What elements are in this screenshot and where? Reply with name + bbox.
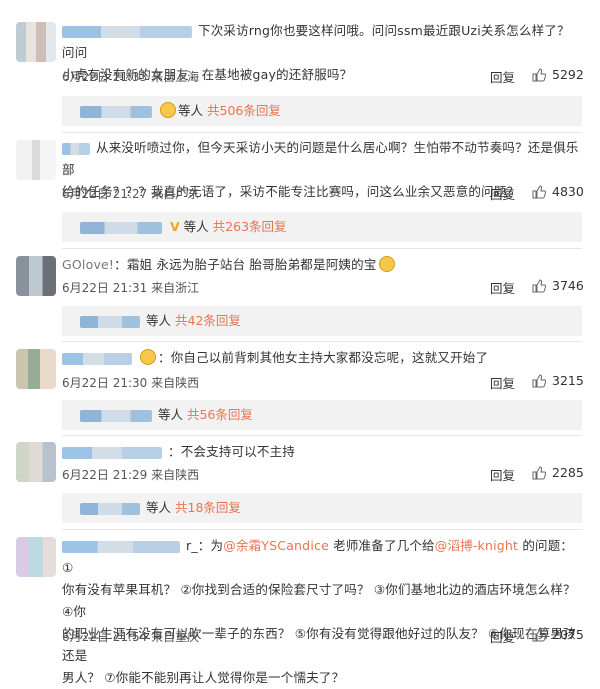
verified-badge-icon: V <box>170 219 180 234</box>
username-redacted[interactable] <box>62 25 192 38</box>
avatar[interactable] <box>16 22 56 62</box>
reply-button[interactable]: 回复 <box>490 67 515 86</box>
like-button[interactable]: 2075 <box>532 627 584 642</box>
thumbs-up-icon <box>532 68 547 82</box>
thumbs-up-icon <box>532 628 547 642</box>
mention-link[interactable]: @滔搏-knight <box>435 538 518 553</box>
like-button[interactable]: 4830 <box>532 184 584 199</box>
crown-emoji-icon <box>160 102 176 118</box>
comment-meta: 6月22日 21:33 来自上海 <box>62 70 200 84</box>
reply-button[interactable]: 回复 <box>490 373 515 392</box>
thumbs-up-icon <box>532 466 547 480</box>
mention-link[interactable]: @余霜YSCandice <box>223 538 329 553</box>
thumbs-up-icon <box>532 374 547 388</box>
divider <box>62 435 582 436</box>
replies-summary[interactable]: 等人 共42条回复 <box>62 306 582 336</box>
divider <box>62 529 582 530</box>
username-redacted[interactable] <box>62 540 180 553</box>
comment-meta: 6月22日 21:27 来自广东 <box>62 187 200 201</box>
avatar[interactable] <box>16 256 56 296</box>
avatar[interactable] <box>16 349 56 389</box>
like-button[interactable]: 3215 <box>532 373 584 388</box>
username-redacted[interactable] <box>62 352 132 365</box>
replies-summary[interactable]: 等人 共506条回复 <box>62 96 582 126</box>
reply-button[interactable]: 回复 <box>490 184 515 203</box>
avatar[interactable] <box>16 537 56 577</box>
comment-text: GOlove!：霜姐 永远为胎子站台 胎哥胎弟都是阿姨的宝 <box>62 254 582 276</box>
comment-meta: 6月22日 21:54 来自重庆 <box>62 630 200 644</box>
thumbs-up-icon <box>532 279 547 293</box>
username-redacted[interactable] <box>62 446 162 459</box>
reply-button[interactable]: 回复 <box>490 465 515 484</box>
avatar[interactable] <box>16 442 56 482</box>
comment-meta: 6月22日 21:29 来自陕西 <box>62 468 200 482</box>
comment-text: ：不会支持可以不主持 <box>62 441 582 463</box>
crown-emoji-icon <box>378 256 395 272</box>
replies-summary[interactable]: V 等人 共263条回复 <box>62 212 582 242</box>
comment-text: r_：为@余霜YSCandice 老师准备了几个给@滔搏-knight 的问题：… <box>62 538 576 685</box>
reply-button[interactable]: 回复 <box>490 278 515 297</box>
thumbs-up-icon <box>532 185 547 199</box>
replies-summary[interactable]: 等人 共18条回复 <box>62 493 582 523</box>
divider <box>62 341 582 342</box>
like-button[interactable]: 2285 <box>532 465 584 480</box>
divider <box>62 248 582 249</box>
username[interactable]: r_ <box>186 538 198 553</box>
replies-summary[interactable]: 等人 共56条回复 <box>62 400 582 430</box>
comment-text: ：你自己以前背刺其他女主持大家都没忘呢，这就又开始了 <box>62 347 582 369</box>
comment-meta: 6月22日 21:31 来自浙江 <box>62 281 200 295</box>
username[interactable]: GOlove! <box>62 257 114 272</box>
username-redacted[interactable] <box>62 142 90 155</box>
avatar[interactable] <box>16 140 56 180</box>
crown-emoji-icon <box>140 349 156 365</box>
like-button[interactable]: 3746 <box>532 278 584 293</box>
like-button[interactable]: 5292 <box>532 67 584 82</box>
divider <box>62 132 582 133</box>
comment-meta: 6月22日 21:30 来自陕西 <box>62 376 200 390</box>
reply-button[interactable]: 回复 <box>490 627 515 646</box>
